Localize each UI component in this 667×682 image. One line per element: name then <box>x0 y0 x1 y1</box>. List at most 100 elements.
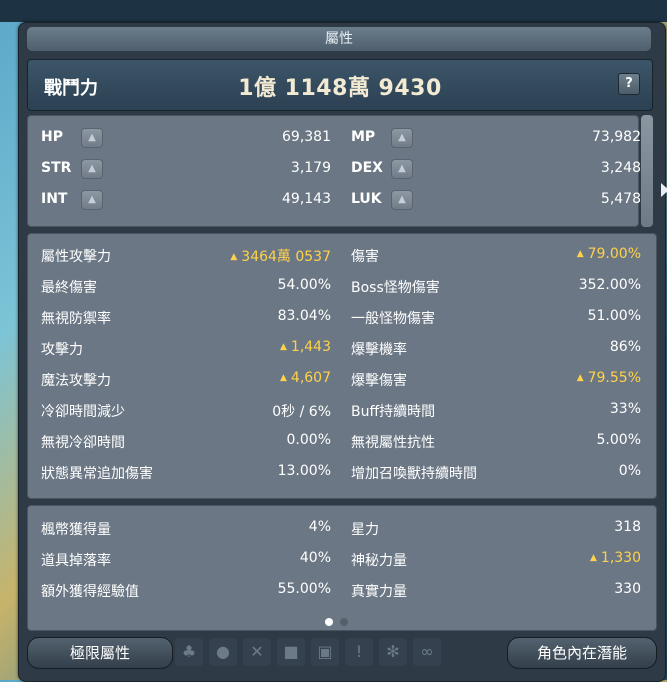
stat-value: 79.00% <box>587 246 641 262</box>
picture-icon: ▣ <box>311 638 339 666</box>
stat-value: 1,443 <box>290 339 331 355</box>
stat-value: 3464萬 0537 <box>241 249 331 265</box>
inner-ability-button[interactable]: 角色內在潛能 <box>507 637 657 669</box>
basic-stats-scrollbar[interactable] <box>641 115 653 227</box>
stat-value: 0.00% <box>286 432 331 448</box>
stat-value-wrap: 318 <box>521 519 641 535</box>
stat-value-wrap: 55.00% <box>211 581 331 597</box>
stat-value-wrap: 4% <box>211 519 331 535</box>
stat-label: 楓幣獲得量 <box>41 522 111 538</box>
add-point-button[interactable]: ▲ <box>81 128 103 148</box>
stat-value-wrap: ▲ 79.55% <box>521 370 641 386</box>
detail-stat-row: 攻擊力 ▲ 1,443 <box>41 339 333 361</box>
extra-stat-row: 道具掉落率 40% <box>41 550 333 572</box>
stat-label: 爆擊傷害 <box>351 373 407 389</box>
stat-name: MP <box>351 129 376 145</box>
stat-label: 攻擊力 <box>41 342 83 358</box>
stat-label: 爆擊機率 <box>351 342 407 358</box>
hyper-stats-button[interactable]: 極限屬性 <box>27 637 173 669</box>
sword-icon: ✕ <box>243 638 271 666</box>
stat-label: Boss怪物傷害 <box>351 280 440 296</box>
stat-label: 狀態異常追加傷害 <box>41 466 153 482</box>
stat-value: 49,143 <box>282 191 331 207</box>
stat-label: 星力 <box>351 522 379 538</box>
stat-label: 最終傷害 <box>41 280 97 296</box>
expand-arrow-icon[interactable] <box>661 183 667 197</box>
background-top-bar <box>0 0 667 22</box>
basic-stat-int: INT ▲ 49,143 <box>41 190 331 210</box>
increase-icon: ▲ <box>230 252 238 262</box>
stat-value: 3,179 <box>290 160 331 176</box>
add-point-button[interactable]: ▲ <box>81 190 103 210</box>
stat-label: 屬性攻擊力 <box>41 249 111 265</box>
stat-label: 冷卻時間減少 <box>41 404 125 420</box>
detail-stat-row: 增加召喚獸持續時間 0% <box>351 463 643 485</box>
basic-stat-str: STR ▲ 3,179 <box>41 159 331 179</box>
link-icon: ∞ <box>413 638 441 666</box>
page-dot-active[interactable] <box>325 618 333 626</box>
stat-label: 神秘力量 <box>351 553 407 569</box>
stat-name: DEX <box>351 160 383 176</box>
stats-window: 屬性 戰鬥力 1億 1148萬 9430 ? 極限屬性 ♣ ● ✕ ■ ▣ ! … <box>18 22 667 682</box>
stat-value: 54.00% <box>277 277 331 293</box>
basic-stat-dex: DEX ▲ 3,248 <box>351 159 641 179</box>
stat-label: Buff持續時間 <box>351 404 436 420</box>
page-indicator <box>325 611 355 630</box>
extra-stat-row: 神秘力量 ▲ 1,330 <box>351 550 643 572</box>
add-point-button[interactable]: ▲ <box>391 128 413 148</box>
stat-label: 魔法攻擊力 <box>41 373 111 389</box>
stat-value: 3,248 <box>600 160 641 176</box>
detail-stat-row: 最終傷害 54.00% <box>41 277 333 299</box>
stat-value-wrap: 0秒 / 6% <box>211 401 331 421</box>
stat-name: HP <box>41 129 63 145</box>
stat-value-wrap: 330 <box>521 581 641 597</box>
stat-value: 330 <box>614 581 641 597</box>
add-point-button[interactable]: ▲ <box>391 190 413 210</box>
stat-name: STR <box>41 160 72 176</box>
add-point-button[interactable]: ▲ <box>81 159 103 179</box>
group-icon: ♣ <box>175 638 203 666</box>
stat-value: 0秒 / 6% <box>272 404 331 420</box>
add-point-button[interactable]: ▲ <box>391 159 413 179</box>
user-icon: ● <box>209 638 237 666</box>
stat-value-wrap: 5.00% <box>521 432 641 448</box>
stat-value-wrap: ▲ 1,443 <box>211 339 331 355</box>
stat-name: INT <box>41 191 68 207</box>
stat-label: 一般怪物傷害 <box>351 311 435 327</box>
stat-value: 83.04% <box>277 308 331 324</box>
detail-stat-row: 狀態異常追加傷害 13.00% <box>41 463 333 485</box>
detail-stat-row: 一般怪物傷害 51.00% <box>351 308 643 330</box>
stat-label: 無視冷卻時間 <box>41 435 125 451</box>
help-icon[interactable]: ? <box>618 73 640 95</box>
extra-stat-row: 額外獲得經驗值 55.00% <box>41 581 333 603</box>
stat-value: 4,607 <box>290 370 331 386</box>
stat-value-wrap: 40% <box>211 550 331 566</box>
stat-value-wrap: 83.04% <box>211 308 331 324</box>
stat-label: 額外獲得經驗值 <box>41 584 139 600</box>
basic-stat-hp: HP ▲ 69,381 <box>41 128 331 148</box>
stat-value-wrap: 54.00% <box>211 277 331 293</box>
increase-icon: ▲ <box>279 373 287 383</box>
stat-value-wrap: ▲ 3464萬 0537 <box>211 246 331 266</box>
page-dot[interactable] <box>340 618 348 626</box>
stat-value: 33% <box>609 401 641 417</box>
stat-value-wrap: 51.00% <box>521 308 641 324</box>
stat-label: 無視屬性抗性 <box>351 435 435 451</box>
stat-value: 318 <box>614 519 641 535</box>
detail-stat-row: 爆擊機率 86% <box>351 339 643 361</box>
stat-value-wrap: 33% <box>521 401 641 417</box>
window-title: 屬性 <box>27 27 651 51</box>
detail-stat-row: 無視防禦率 83.04% <box>41 308 333 330</box>
basic-stat-luk: LUK ▲ 5,478 <box>351 190 641 210</box>
stat-name: LUK <box>351 191 382 207</box>
extra-stat-row: 星力 318 <box>351 519 643 541</box>
background-icon-strip: ♣ ● ✕ ■ ▣ ! ✻ ∞ <box>169 635 510 669</box>
detail-stat-row: 無視屬性抗性 5.00% <box>351 432 643 454</box>
stat-label: 傷害 <box>351 249 379 265</box>
detail-stats-panel <box>27 233 657 499</box>
increase-icon: ▲ <box>576 249 584 259</box>
detail-stat-row: Buff持續時間 33% <box>351 401 643 423</box>
stat-value-wrap: 0% <box>521 463 641 479</box>
detail-stat-row: 爆擊傷害 ▲ 79.55% <box>351 370 643 392</box>
bag-icon: ■ <box>277 638 305 666</box>
